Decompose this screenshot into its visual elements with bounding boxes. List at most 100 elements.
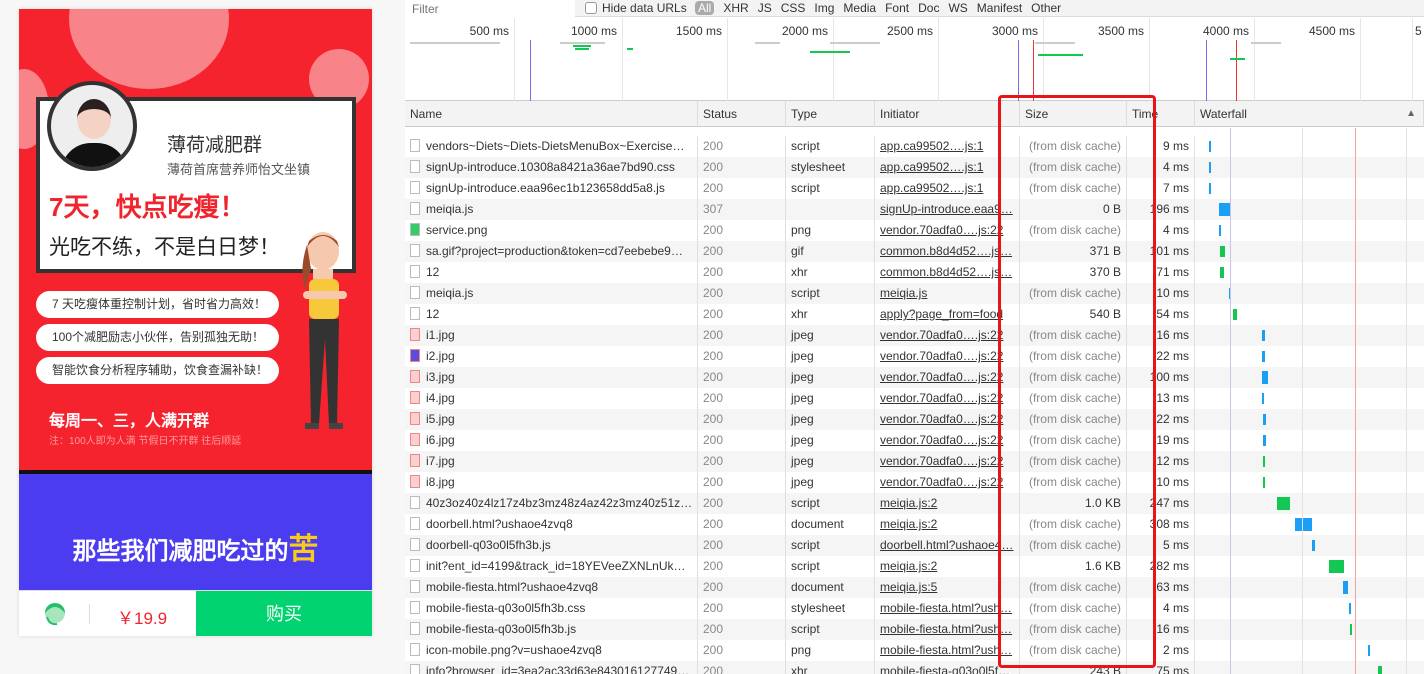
request-row[interactable]: 40z3oz40z4lz17z4bz3mz48z4az42z3mz40z51z…… — [405, 493, 1424, 514]
waterfall-bar[interactable] — [1209, 162, 1211, 173]
type-filter-other[interactable]: Other — [1031, 1, 1061, 15]
request-row[interactable]: icon-mobile.png?v=ushaoe4zvq8 200 png mobil… — [405, 640, 1424, 661]
request-row[interactable]: sa.gif?project=production&token=cd7eebeb… — [405, 241, 1424, 262]
request-initiator[interactable]: app.ca99502….js:1 — [880, 181, 983, 195]
waterfall-bar[interactable] — [1263, 414, 1266, 425]
column-header-type[interactable]: Type — [786, 101, 875, 127]
request-row[interactable]: vendors~Diets~Diets-DietsMenuBox~Exercis… — [405, 136, 1424, 157]
request-initiator[interactable]: vendor.70adfa0….js:22 — [880, 433, 1003, 447]
waterfall-bar[interactable] — [1329, 560, 1344, 573]
request-row[interactable]: i7.jpg 200 jpeg vendor.70adfa0….js:22 (from … — [405, 451, 1424, 472]
request-initiator[interactable]: signUp-introduce.eaa9… — [880, 202, 1013, 216]
request-initiator[interactable]: vendor.70adfa0….js:22 — [880, 454, 1003, 468]
request-row[interactable]: service.png 200 png vendor.70adfa0….js:22 (f… — [405, 220, 1424, 241]
request-initiator[interactable]: doorbell.html?ushaoe4… — [880, 538, 1013, 552]
waterfall-bar[interactable] — [1220, 267, 1224, 278]
checkbox-icon[interactable] — [585, 2, 597, 14]
waterfall-bar[interactable] — [1219, 225, 1221, 236]
type-filter-doc[interactable]: Doc — [918, 1, 939, 15]
request-row[interactable]: mobile-fiesta-q03o0l5fh3b.js 200 script mob… — [405, 619, 1424, 640]
waterfall-bar[interactable] — [1349, 603, 1351, 614]
request-row[interactable]: mobile-fiesta.html?ushaoe4zvq8 200 documen… — [405, 577, 1424, 598]
filter-input[interactable] — [405, 0, 575, 17]
waterfall-bar[interactable] — [1312, 540, 1315, 551]
waterfall-bar[interactable] — [1263, 456, 1265, 467]
type-filter-js[interactable]: JS — [758, 1, 772, 15]
waterfall-bar[interactable] — [1209, 183, 1211, 194]
type-filter-xhr[interactable]: XHR — [723, 1, 748, 15]
waterfall-bar[interactable] — [1368, 645, 1370, 656]
request-initiator[interactable]: app.ca99502….js:1 — [880, 139, 983, 153]
request-row[interactable]: i8.jpg 200 jpeg vendor.70adfa0….js:22 (from … — [405, 472, 1424, 493]
request-initiator[interactable]: app.ca99502….js:1 — [880, 160, 983, 174]
request-row[interactable]: signUp-introduce.eaa96ec1b123658dd5a8.js… — [405, 178, 1424, 199]
column-header-status[interactable]: Status — [698, 101, 786, 127]
waterfall-bar[interactable] — [1263, 477, 1265, 488]
request-row[interactable]: doorbell.html?ushaoe4zvq8 200 document meiq… — [405, 514, 1424, 535]
request-initiator[interactable]: vendor.70adfa0….js:22 — [880, 370, 1003, 384]
waterfall-bar[interactable] — [1378, 666, 1382, 674]
request-initiator[interactable]: mobile-fiesta.html?ush… — [880, 601, 1012, 615]
request-time: 10 ms — [1156, 286, 1189, 300]
request-row[interactable]: i5.jpg 200 jpeg vendor.70adfa0….js:22 (from … — [405, 409, 1424, 430]
waterfall-bar[interactable] — [1295, 518, 1312, 531]
request-row[interactable]: i1.jpg 200 jpeg vendor.70adfa0….js:22 (from … — [405, 325, 1424, 346]
customer-service-icon[interactable] — [41, 601, 69, 627]
type-filter-ws[interactable]: WS — [948, 1, 967, 15]
type-filter-manifest[interactable]: Manifest — [977, 1, 1022, 15]
request-row[interactable]: 12 200 xhr common.b8d4d52….js… 370 B 71 ms — [405, 262, 1424, 283]
request-row[interactable]: mobile-fiesta-q03o0l5fh3b.css 200 styleshe… — [405, 598, 1424, 619]
request-initiator[interactable]: mobile-fiesta.html?ush… — [880, 643, 1012, 657]
request-initiator[interactable]: vendor.70adfa0….js:22 — [880, 475, 1003, 489]
type-filter-media[interactable]: Media — [843, 1, 876, 15]
request-initiator[interactable]: apply?page_from=food — [880, 307, 1003, 321]
waterfall-bar[interactable] — [1262, 371, 1268, 384]
column-header-name[interactable]: Name — [405, 101, 698, 127]
request-row[interactable]: i2.jpg 200 jpeg vendor.70adfa0….js:22 (from … — [405, 346, 1424, 367]
waterfall-bar[interactable] — [1262, 351, 1265, 362]
request-row[interactable]: meiqia.js 307 signUp-introduce.eaa9… 0 B 196… — [405, 199, 1424, 220]
request-initiator[interactable]: mobile-fiesta-q03o0l5f… — [880, 664, 1010, 674]
waterfall-bar[interactable] — [1220, 246, 1225, 257]
request-initiator[interactable]: meiqia.js:2 — [880, 496, 937, 510]
request-initiator[interactable]: meiqia.js:5 — [880, 580, 937, 594]
waterfall-bar[interactable] — [1343, 581, 1348, 594]
request-initiator[interactable]: common.b8d4d52….js… — [880, 265, 1012, 279]
request-initiator[interactable]: mobile-fiesta.html?ush… — [880, 622, 1012, 636]
request-row[interactable]: 12 200 xhr apply?page_from=food 540 B 54 ms — [405, 304, 1424, 325]
type-filter-img[interactable]: Img — [814, 1, 834, 15]
request-row[interactable]: meiqia.js 200 script meiqia.js (from disk ca… — [405, 283, 1424, 304]
timeline-overview[interactable]: 500 ms 1000 ms 1500 ms 2000 ms 2500 ms 3000 m… — [405, 18, 1424, 101]
request-time: 4 ms — [1162, 601, 1189, 615]
type-filter-all[interactable]: All — [695, 1, 715, 15]
request-initiator[interactable]: meiqia.js:2 — [880, 517, 937, 531]
request-initiator[interactable]: meiqia.js — [880, 286, 927, 300]
waterfall-bar[interactable] — [1262, 393, 1264, 404]
buy-button[interactable]: 购买 — [196, 591, 372, 636]
request-row[interactable]: signUp-introduce.10308a8421a36ae7bd90.cs… — [405, 157, 1424, 178]
request-initiator[interactable]: vendor.70adfa0….js:22 — [880, 223, 1003, 237]
waterfall-bar[interactable] — [1263, 435, 1266, 446]
hide-data-urls-checkbox[interactable]: Hide data URLs — [585, 1, 687, 15]
request-initiator[interactable]: vendor.70adfa0….js:22 — [880, 412, 1003, 426]
request-row[interactable]: doorbell-q03o0l5fh3b.js 200 script doorbell… — [405, 535, 1424, 556]
request-row[interactable]: i6.jpg 200 jpeg vendor.70adfa0….js:22 (from … — [405, 430, 1424, 451]
request-row[interactable]: init?ent_id=4199&track_id=18YEVeeZXNLnUk… — [405, 556, 1424, 577]
type-filter-css[interactable]: CSS — [781, 1, 806, 15]
waterfall-bar[interactable] — [1350, 624, 1352, 635]
waterfall-bar[interactable] — [1262, 330, 1265, 341]
request-row[interactable]: i4.jpg 200 jpeg vendor.70adfa0….js:22 (from … — [405, 388, 1424, 409]
request-initiator[interactable]: vendor.70adfa0….js:22 — [880, 349, 1003, 363]
request-initiator[interactable]: vendor.70adfa0….js:22 — [880, 328, 1003, 342]
request-initiator[interactable]: meiqia.js:2 — [880, 559, 937, 573]
request-initiator[interactable]: common.b8d4d52….js… — [880, 244, 1012, 258]
waterfall-bar[interactable] — [1277, 497, 1290, 510]
waterfall-bar[interactable] — [1209, 141, 1211, 152]
request-row[interactable]: info?browser_id=3ea2ac33d63e843016127749… — [405, 661, 1424, 674]
request-row[interactable]: i3.jpg 200 jpeg vendor.70adfa0….js:22 (from … — [405, 367, 1424, 388]
column-header-waterfall[interactable]: Waterfall — [1195, 101, 1424, 127]
sort-ascending-icon[interactable]: ▲ — [1406, 108, 1416, 119]
type-filter-font[interactable]: Font — [885, 1, 909, 15]
request-initiator[interactable]: vendor.70adfa0….js:22 — [880, 391, 1003, 405]
waterfall-bar[interactable] — [1233, 309, 1237, 320]
